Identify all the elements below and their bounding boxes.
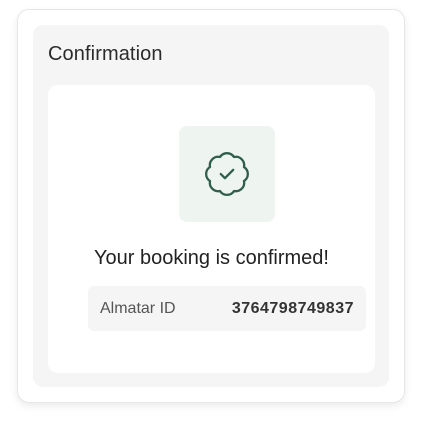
confirmation-message: Your booking is confirmed! (94, 247, 329, 269)
confirmation-content: Your booking is confirmed! Almatar ID 37… (48, 85, 375, 373)
booking-id-row: Almatar ID 3764798749837 (88, 286, 366, 331)
success-icon-tile (179, 126, 275, 222)
booking-id-label: Almatar ID (100, 299, 176, 317)
confirmation-card: Confirmation Your booking is confirmed! … (17, 9, 405, 403)
confirmation-panel: Confirmation Your booking is confirmed! … (33, 25, 389, 387)
badge-check-icon (202, 149, 252, 199)
booking-id-value: 3764798749837 (231, 299, 354, 317)
panel-title: Confirmation (48, 43, 163, 65)
